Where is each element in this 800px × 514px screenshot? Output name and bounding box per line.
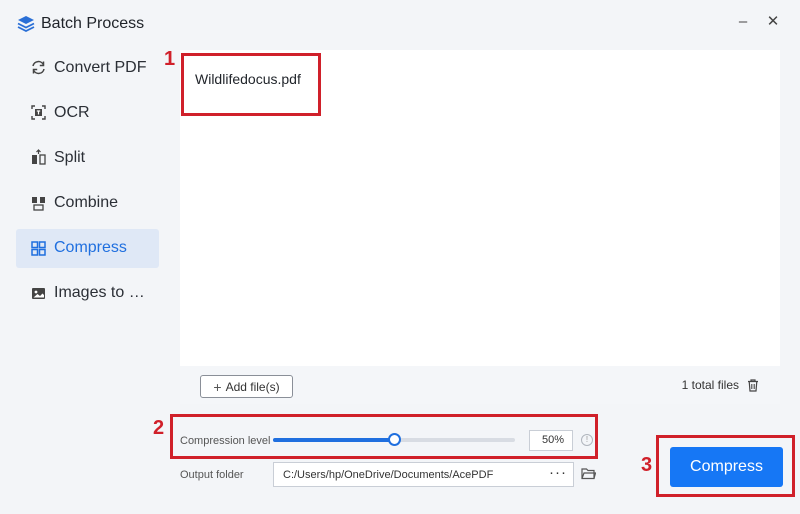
annotation-number-2: 2 [153, 417, 165, 439]
more-options-icon[interactable]: ··· [549, 464, 567, 481]
total-files-count: 1 total files [681, 378, 739, 392]
sidebar-item-label: Combine [54, 194, 119, 212]
add-files-button[interactable]: + Add file(s) [200, 375, 293, 398]
sidebar-item-label: Images to … [54, 284, 145, 302]
convert-icon [30, 59, 47, 76]
annotation-box-2 [170, 414, 598, 459]
sidebar-item-label: Convert PDF [54, 58, 147, 76]
ocr-icon [30, 104, 47, 121]
sidebar-item-label: OCR [54, 103, 90, 121]
sidebar-item-label: Compress [54, 239, 127, 257]
plus-icon: + [213, 378, 222, 395]
sidebar-item-label: Split [54, 148, 86, 166]
combine-icon [30, 195, 47, 212]
window-title: Batch Process [41, 15, 145, 32]
trash-icon[interactable] [746, 378, 760, 392]
sidebar-item-ocr[interactable]: OCR [16, 93, 159, 132]
sidebar-item-split[interactable]: Split [16, 138, 159, 177]
file-panel-footer: + Add file(s) 1 total files [180, 366, 780, 404]
annotation-box-1 [181, 53, 321, 116]
images-icon [30, 285, 47, 302]
sidebar-item-combine[interactable]: Combine [16, 184, 159, 223]
annotation-box-3 [656, 435, 795, 497]
split-icon [30, 149, 47, 166]
add-files-label: Add file(s) [225, 379, 280, 394]
folder-icon[interactable] [581, 467, 596, 480]
close-button[interactable]: ✕ [763, 12, 783, 32]
minimize-button[interactable]: – [733, 12, 753, 32]
output-folder-label: Output folder [180, 469, 244, 481]
sidebar: Convert PDF OCR Split Combine Compress I… [16, 48, 159, 319]
annotation-number-3: 3 [641, 454, 653, 476]
output-path-text: C:/Users/hp/OneDrive/Documents/AcePDF [283, 469, 494, 481]
output-path-field[interactable]: C:/Users/hp/OneDrive/Documents/AcePDF ··… [273, 462, 574, 487]
layers-icon [17, 16, 35, 33]
sidebar-item-compress[interactable]: Compress [16, 228, 159, 268]
annotation-number-1: 1 [164, 48, 176, 70]
sidebar-item-convert-pdf[interactable]: Convert PDF [16, 48, 159, 87]
sidebar-item-images-to[interactable]: Images to … [16, 274, 159, 313]
title-bar: Batch Process – ✕ [0, 0, 800, 46]
compress-icon [30, 240, 47, 257]
